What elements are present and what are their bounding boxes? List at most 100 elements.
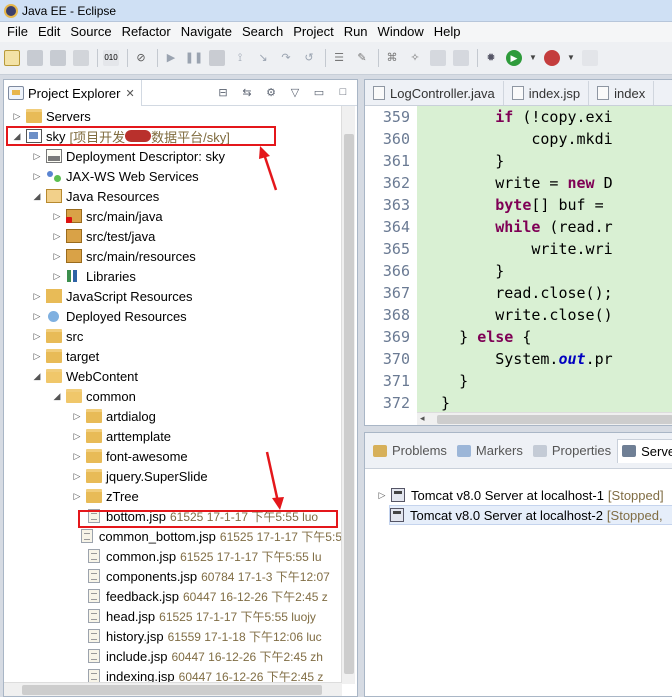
editor-body[interactable]: 359 if (!copy.exi 360 copy.mkdi 361 } 362 w… [365,106,672,414]
menu-project[interactable]: Project [288,22,338,42]
editor-scroll-thumb[interactable] [437,415,672,424]
menu-run[interactable]: Run [339,22,373,42]
collapse-arrow-icon[interactable]: ◢ [32,371,42,381]
menu-source[interactable]: Source [65,22,116,42]
open-task-icon[interactable] [582,50,598,66]
expand-arrow-icon[interactable]: ▷ [377,490,387,500]
tab-problems[interactable]: Problems [369,439,453,463]
mark-occurrences-icon[interactable]: ✎ [354,50,370,66]
tree-item-jquery-superslide[interactable]: ▷ jquery.SuperSlide [4,466,342,486]
tab-index-jsp[interactable]: index.jsp [504,81,590,105]
expand-arrow-icon[interactable]: ▷ [32,291,42,301]
tree-item-include-jsp[interactable]: include.jsp 60447 16-12-26 下午2:45 zh [4,646,342,666]
tree-item-javascript-resources[interactable]: ▷ JavaScript Resources [4,286,342,306]
tree-item-artdialog[interactable]: ▷ artdialog [4,406,342,426]
resume-icon[interactable]: ▶ [163,50,179,66]
menu-navigate[interactable]: Navigate [176,22,237,42]
tree-item-head-jsp[interactable]: head.jsp 61525 17-1-17 下午5:55 luojy [4,606,342,626]
view-menu-icon[interactable]: ▽ [287,84,303,100]
filters-icon[interactable]: ⚙ [263,84,279,100]
server-row-localhost-1[interactable]: ▷ Tomcat v8.0 Server at localhost-1 [Sto… [377,485,664,505]
menu-window[interactable]: Window [373,22,429,42]
tab-logcontroller-java[interactable]: LogController.java [365,81,504,105]
print-icon[interactable] [73,50,89,66]
expand-arrow-icon[interactable]: ▷ [12,111,22,121]
minimize-icon[interactable]: ▭ [311,84,327,100]
tree-item-arttemplate[interactable]: ▷ arttemplate [4,426,342,446]
tree-item-webcontent[interactable]: ◢ WebContent [4,366,342,386]
link-with-editor-icon[interactable]: ⇆ [239,84,255,100]
tree-item-history-jsp[interactable]: history.jsp 61559 17-1-18 下午12:06 luc [4,626,342,646]
debug-icon[interactable]: ✹ [483,50,499,66]
expand-arrow-icon[interactable]: ▷ [72,491,82,501]
collapse-all-icon[interactable]: ⊟ [215,84,231,100]
terminate-icon[interactable] [209,50,225,66]
collapse-arrow-icon[interactable]: ◢ [52,391,62,401]
expand-arrow-icon[interactable]: ▷ [52,251,62,261]
tab-markers[interactable]: Markers [453,439,529,463]
external-dropdown-icon[interactable]: ▼ [567,50,575,66]
maximize-icon[interactable]: □ [335,84,351,100]
tree-item-common[interactable]: ◢ common [4,386,342,406]
editor-horizontal-scrollbar[interactable]: ◂ [417,412,672,425]
project-explorer-horizontal-scrollbar[interactable] [4,682,342,696]
tree-item-src-main-resources[interactable]: ▷ src/main/resources [4,246,342,266]
menu-search[interactable]: Search [237,22,288,42]
tab-index[interactable]: index [589,81,655,105]
save-icon[interactable] [27,50,43,66]
expand-arrow-icon[interactable]: ▷ [52,211,62,221]
tree-item-libraries[interactable]: ▷ Libraries [4,266,342,286]
menu-edit[interactable]: Edit [33,22,65,42]
expand-arrow-icon[interactable]: ▷ [32,331,42,341]
project-explorer-vertical-scrollbar[interactable] [341,106,355,684]
tree-item-target[interactable]: ▷ target [4,346,342,366]
tab-properties[interactable]: Properties [529,439,617,463]
panel-icon[interactable] [453,50,469,66]
run-icon[interactable]: ▶ [506,50,522,66]
expand-arrow-icon[interactable]: ▷ [72,411,82,421]
collapse-arrow-icon[interactable]: ◢ [32,191,42,201]
toggle-block-icon[interactable]: ☰ [331,50,347,66]
save-all-icon[interactable] [50,50,66,66]
step-return-icon[interactable]: ↺ [301,50,317,66]
external-tools-icon[interactable] [544,50,560,66]
menu-help[interactable]: Help [429,22,466,42]
server-row-localhost-2[interactable]: Tomcat v8.0 Server at localhost-2 [Stopp… [389,505,672,525]
menu-file[interactable]: File [2,22,33,42]
scroll-left-icon[interactable]: ◂ [420,413,425,424]
tree-item-ztree[interactable]: ▷ zTree [4,486,342,506]
suspend-icon[interactable]: ❚❚ [185,50,203,66]
run-dropdown-icon[interactable]: ▼ [529,50,537,66]
new-icon[interactable] [4,50,20,66]
menu-refactor[interactable]: Refactor [117,22,176,42]
expand-arrow-icon[interactable]: ▷ [72,431,82,441]
expand-arrow-icon[interactable]: ▷ [52,271,62,281]
search-tool-icon[interactable]: ✧ [407,50,423,66]
expand-arrow-icon[interactable]: ▷ [32,311,42,321]
open-type-icon[interactable]: ⌘ [384,50,400,66]
tree-item-servers[interactable]: ▷ Servers [4,106,342,126]
expand-arrow-icon[interactable]: ▷ [52,231,62,241]
tree-item-deployed-resources[interactable]: ▷ Deployed Resources [4,306,342,326]
vertical-scroll-thumb[interactable] [344,134,354,674]
task-icon[interactable] [430,50,446,66]
expand-arrow-icon[interactable]: ▷ [72,451,82,461]
tree-item-feedback-jsp[interactable]: feedback.jsp 60447 16-12-26 下午2:45 z [4,586,342,606]
tree-item-java-resources[interactable]: ◢ Java Resources [4,186,342,206]
horizontal-scroll-thumb[interactable] [22,685,322,695]
tree-item-font-awesome[interactable]: ▷ font-awesome [4,446,342,466]
tree-item-common-jsp[interactable]: common.jsp 61525 17-1-17 下午5:55 lu [4,546,342,566]
tree-item-src-test-java[interactable]: ▷ src/test/java [4,226,342,246]
expand-arrow-icon[interactable]: ▷ [32,171,42,181]
step-into-icon[interactable]: ↘ [255,50,271,66]
expand-arrow-icon[interactable]: ▷ [72,471,82,481]
tree-item-components-jsp[interactable]: components.jsp 60784 17-1-3 下午12:07 [4,566,342,586]
expand-arrow-icon[interactable]: ▷ [32,351,42,361]
tree-item-src[interactable]: ▷ src [4,326,342,346]
close-icon[interactable]: ✕ [125,87,134,100]
step-over-icon[interactable]: ↷ [278,50,294,66]
tree-item-jax-ws-web-services[interactable]: ▷ JAX-WS Web Services [4,166,342,186]
tree-item-common-bottom-jsp[interactable]: common_bottom.jsp 61525 17-1-17 下午5:5 [4,526,342,546]
binary-icon[interactable]: 010 [103,50,119,66]
tree-item-deployment-descriptor-sky[interactable]: ▷ Deployment Descriptor: sky [4,146,342,166]
